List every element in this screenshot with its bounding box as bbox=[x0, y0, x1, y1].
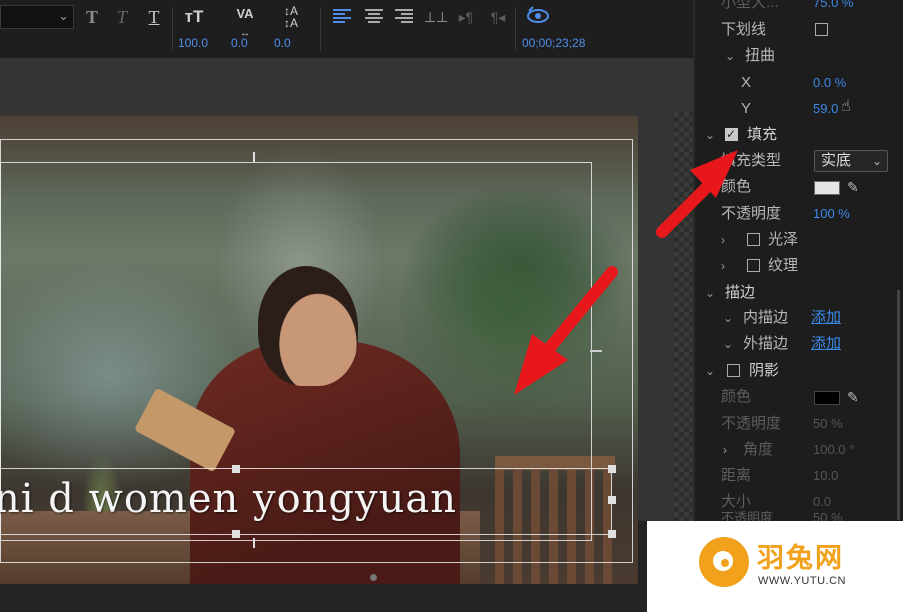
fill-checkbox[interactable] bbox=[725, 122, 738, 146]
shadow-label: 阴影 bbox=[749, 362, 780, 379]
toolbar-divider bbox=[515, 7, 516, 51]
eyedropper-icon[interactable]: ✎ bbox=[847, 385, 863, 405]
small-caps-value[interactable]: 75.0 % bbox=[813, 0, 853, 15]
shadow-distance-value[interactable]: 10.0 bbox=[813, 464, 838, 488]
toolbar-divider bbox=[320, 7, 321, 51]
chevron-right-icon[interactable]: › bbox=[721, 228, 725, 252]
font-size-icon: ᴛT bbox=[184, 7, 204, 26]
stroke-label: 描边 bbox=[725, 284, 756, 301]
font-size-value[interactable]: 100.0 bbox=[178, 36, 208, 50]
all-caps-icon[interactable]: T bbox=[144, 5, 164, 29]
fill-color-label: 颜色 bbox=[721, 178, 752, 195]
small-caps-label: 小型大... bbox=[721, 0, 779, 11]
font-style-select[interactable]: ⌄ bbox=[0, 5, 74, 29]
chevron-down-icon[interactable]: ⌄ bbox=[723, 306, 733, 330]
panel-scrollbar[interactable] bbox=[897, 290, 900, 520]
watermark-title: 羽兔网 bbox=[757, 543, 844, 573]
underline-label: 下划线 bbox=[721, 21, 767, 38]
shadow-distance-label: 距离 bbox=[721, 467, 752, 484]
chevron-right-icon[interactable]: › bbox=[723, 438, 727, 462]
shadow-checkbox[interactable] bbox=[727, 364, 740, 377]
shadow-opacity-value[interactable]: 50 % bbox=[813, 412, 843, 436]
shadow-opacity-label: 不透明度 bbox=[721, 415, 782, 432]
fill-label: 填充 bbox=[747, 126, 778, 143]
toolbar-divider bbox=[172, 7, 173, 51]
chevron-right-icon[interactable]: › bbox=[721, 254, 725, 278]
shadow-color-swatch[interactable] bbox=[814, 391, 840, 405]
chevron-down-icon[interactable]: ⌄ bbox=[705, 281, 715, 305]
fill-type-label: 填充类型 bbox=[721, 152, 782, 169]
italic-icon[interactable]: T bbox=[112, 5, 132, 29]
hand-cursor-icon: ☝ bbox=[841, 98, 851, 115]
align-left-icon[interactable] bbox=[333, 9, 351, 25]
leading-icon: ↕A ↕A bbox=[283, 4, 298, 30]
shadow-angle-label: 角度 bbox=[743, 441, 774, 458]
anchor-tick bbox=[590, 350, 602, 352]
underline-checkbox[interactable] bbox=[815, 23, 828, 36]
brand-logo bbox=[699, 537, 749, 587]
anchor-tick bbox=[253, 538, 255, 548]
texture-label: 纹理 bbox=[768, 257, 799, 274]
align-right-icon[interactable] bbox=[395, 9, 413, 25]
outer-stroke-add-link[interactable]: 添加 bbox=[811, 332, 841, 356]
fill-opacity-value[interactable]: 100 % bbox=[813, 202, 850, 226]
chevron-down-icon: ⌄ bbox=[58, 8, 69, 23]
scroll-indicator[interactable] bbox=[370, 574, 377, 581]
distort-y-label: Y bbox=[741, 100, 752, 117]
sheen-label: 光泽 bbox=[768, 231, 799, 248]
text-toolbar: ⌄ T T T ᴛT 100.0 VA ↔ 0.0 ↕A ↕A 0.0 ⊥⊥ ▸¶ … bbox=[0, 0, 693, 59]
distort-y-value[interactable]: 59.0 bbox=[813, 97, 838, 121]
distort-label: 扭曲 bbox=[745, 47, 776, 64]
leading-value[interactable]: 0.0 bbox=[274, 36, 291, 50]
distort-x-label: X bbox=[741, 74, 752, 91]
chevron-down-icon[interactable]: ⌄ bbox=[725, 44, 735, 68]
tracking-value[interactable]: 0.0 bbox=[231, 36, 248, 50]
shadow-angle-value[interactable]: 100.0 ° bbox=[813, 438, 854, 462]
texture-checkbox[interactable] bbox=[747, 259, 760, 272]
text-direction-ltr-icon[interactable]: ▸¶ bbox=[455, 5, 477, 29]
fill-type-select[interactable]: 实底 ⌄ bbox=[814, 150, 888, 172]
tab-stops-icon[interactable]: ⊥⊥ bbox=[424, 5, 448, 29]
eyedropper-icon[interactable]: ✎ bbox=[847, 175, 863, 195]
timecode[interactable]: 00;00;23;28 bbox=[522, 36, 585, 50]
fill-opacity-label: 不透明度 bbox=[721, 205, 782, 222]
distort-x-value[interactable]: 0.0 % bbox=[813, 71, 846, 95]
caption-text[interactable]: ni d women yongyuan bbox=[0, 465, 612, 533]
outer-stroke-label: 外描边 bbox=[743, 335, 789, 352]
fill-color-swatch[interactable] bbox=[814, 181, 840, 195]
chevron-down-icon[interactable]: ⌄ bbox=[705, 123, 715, 147]
watermark: 羽兔网 WWW.YUTU.CN bbox=[647, 521, 903, 612]
shadow-color-label: 颜色 bbox=[721, 388, 752, 405]
transparency-checker bbox=[674, 112, 693, 522]
align-center-icon[interactable] bbox=[365, 9, 383, 25]
chevron-down-icon[interactable]: ⌄ bbox=[723, 332, 733, 356]
fill-type-value: 实底 bbox=[821, 152, 852, 169]
inner-stroke-add-link[interactable]: 添加 bbox=[811, 306, 841, 330]
eye-icon[interactable] bbox=[526, 5, 550, 31]
bold-icon[interactable]: T bbox=[82, 5, 102, 29]
chevron-down-icon: ⌄ bbox=[871, 154, 882, 168]
chevron-down-icon[interactable]: ⌄ bbox=[705, 359, 715, 383]
inner-stroke-label: 内描边 bbox=[743, 309, 789, 326]
sheen-checkbox[interactable] bbox=[747, 233, 760, 246]
watermark-url: WWW.YUTU.CN bbox=[758, 575, 846, 587]
anchor-tick bbox=[253, 152, 255, 162]
text-direction-rtl-icon[interactable]: ¶◂ bbox=[487, 5, 509, 29]
